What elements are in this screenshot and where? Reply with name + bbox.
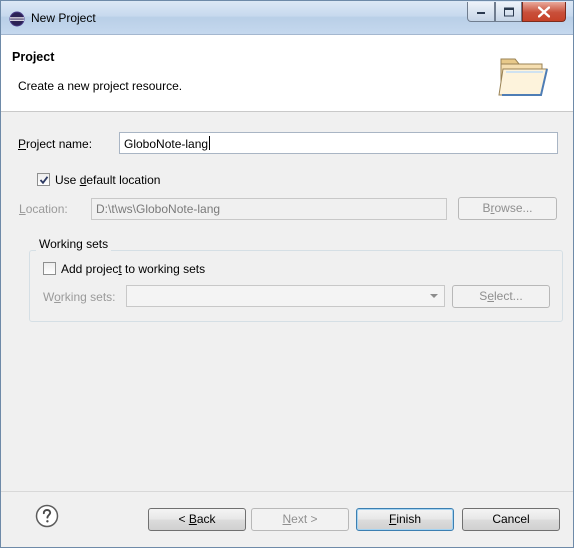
maximize-icon <box>503 7 514 16</box>
use-default-location-checkbox[interactable] <box>37 173 50 186</box>
location-label: Location: <box>19 202 68 216</box>
wizard-description: Create a new project resource. <box>18 79 183 93</box>
chevron-down-icon <box>430 294 438 298</box>
text-caret <box>209 136 211 150</box>
browse-button[interactable]: Browse... <box>458 197 557 220</box>
project-name-label: Project name: <box>18 137 93 151</box>
folder-icon <box>498 58 548 96</box>
working-sets-combo[interactable] <box>126 285 445 307</box>
select-button[interactable]: Select... <box>452 285 550 308</box>
title-bar[interactable]: New Project <box>1 1 573 35</box>
add-to-working-sets-checkbox[interactable] <box>43 262 56 275</box>
close-icon <box>538 6 550 17</box>
minimize-icon <box>477 11 485 14</box>
checkmark-icon <box>39 176 49 185</box>
working-sets-label: Working sets: <box>43 290 116 304</box>
project-name-input[interactable]: GloboNote-lang <box>119 132 558 154</box>
footer-divider <box>1 491 573 492</box>
wizard-banner: Project Create a new project resource. <box>1 35 573 112</box>
close-button[interactable] <box>522 2 566 22</box>
next-button[interactable]: Next > <box>251 508 349 531</box>
working-sets-group-title: Working sets <box>36 237 112 251</box>
minimize-button[interactable] <box>467 2 495 22</box>
cancel-button[interactable]: Cancel <box>462 508 560 531</box>
maximize-button[interactable] <box>495 2 522 22</box>
add-to-working-sets-label[interactable]: Add project to working sets <box>61 262 205 276</box>
eclipse-icon <box>9 11 25 27</box>
help-icon[interactable] <box>35 504 59 528</box>
location-input[interactable]: D:\t\ws\GloboNote-lang <box>91 198 447 220</box>
use-default-location-label[interactable]: Use default location <box>55 173 160 187</box>
finish-button[interactable]: Finish <box>356 508 454 531</box>
back-button[interactable]: < Back <box>148 508 246 531</box>
wizard-title: Project <box>12 50 55 64</box>
window-title: New Project <box>31 11 96 25</box>
new-project-dialog: New Project Project Create a new project… <box>0 0 574 548</box>
